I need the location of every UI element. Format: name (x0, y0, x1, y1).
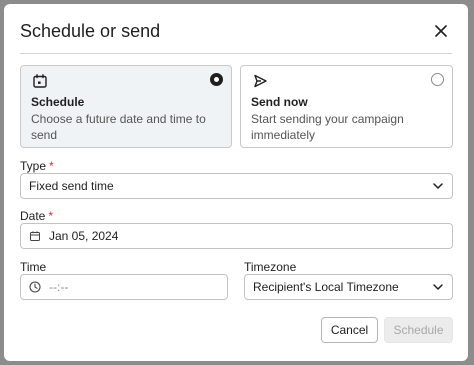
option-card-schedule[interactable]: Schedule Choose a future date and time t… (20, 65, 232, 148)
date-value: Jan 05, 2024 (49, 229, 119, 243)
date-label: Date * (20, 209, 54, 223)
time-label: Time (20, 260, 47, 274)
header-divider (20, 53, 452, 54)
date-field[interactable]: Jan 05, 2024 (20, 223, 453, 249)
schedule-button[interactable]: Schedule (384, 317, 453, 343)
required-mark: * (49, 159, 54, 173)
timezone-value: Recipient's Local Timezone (253, 280, 399, 294)
option-description: Start sending your campaign immediately (251, 112, 404, 142)
type-select[interactable]: Fixed send time (20, 173, 453, 199)
timezone-label: Timezone (244, 260, 297, 274)
type-label: Type * (20, 159, 54, 173)
close-button[interactable] (430, 20, 452, 42)
timezone-select[interactable]: Recipient's Local Timezone (244, 274, 453, 300)
option-title: Send now (251, 95, 308, 109)
time-placeholder: --:-- (49, 280, 69, 294)
dialog-title: Schedule or send (20, 21, 161, 41)
close-icon (435, 25, 447, 37)
send-now-radio[interactable] (431, 73, 444, 86)
chevron-down-icon (433, 183, 443, 189)
send-icon (254, 74, 267, 88)
option-description: Choose a future date and time to send (31, 112, 206, 142)
calendar-icon (33, 74, 47, 88)
type-select-value: Fixed send time (29, 179, 114, 193)
time-field[interactable]: --:-- (20, 274, 228, 300)
cancel-button[interactable]: Cancel (321, 317, 378, 343)
required-mark: * (48, 209, 54, 223)
calendar-icon (29, 230, 41, 242)
schedule-dialog: Schedule or send Schedule Choose a futur… (4, 4, 468, 361)
option-card-send-now[interactable]: Send now Start sending your campaign imm… (240, 65, 453, 148)
chevron-down-icon (433, 284, 443, 290)
schedule-radio[interactable] (210, 73, 223, 86)
clock-icon (29, 281, 41, 293)
option-title: Schedule (31, 95, 85, 109)
